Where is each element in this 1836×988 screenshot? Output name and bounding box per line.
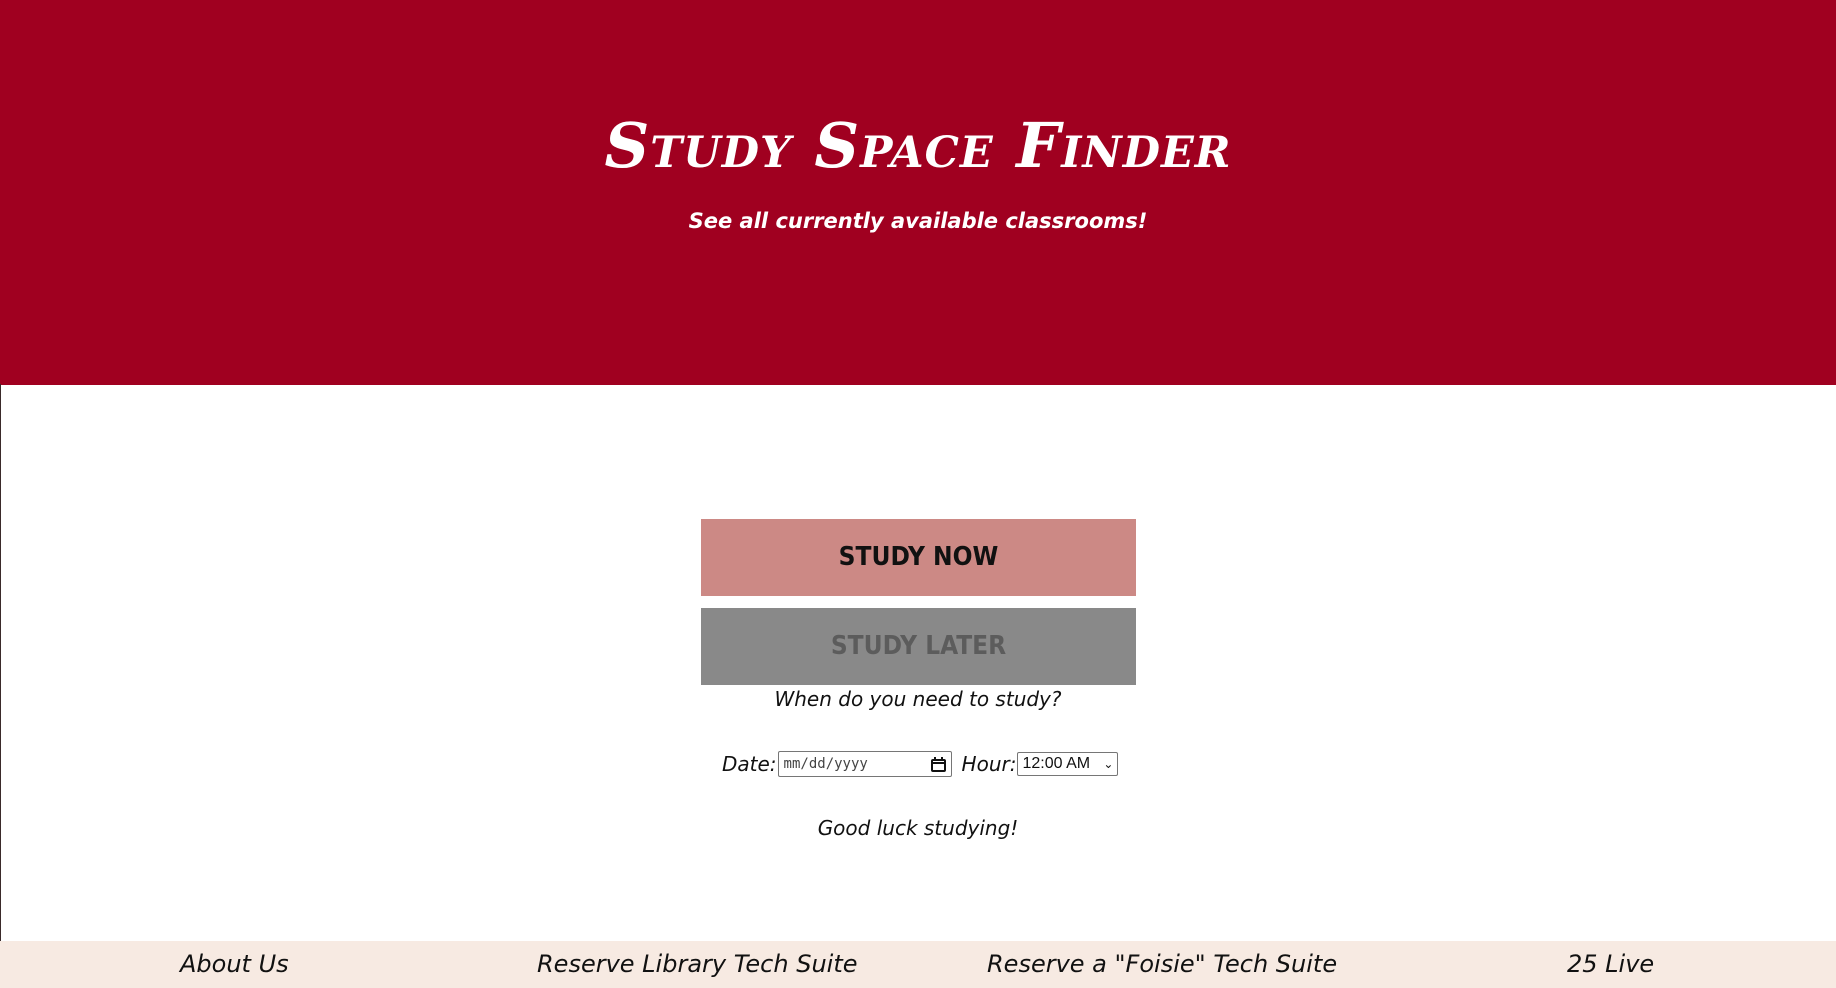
good-luck-message: Good luck studying! xyxy=(817,816,1019,840)
date-label: Date: xyxy=(722,752,777,776)
study-now-button[interactable]: STUDY NOW xyxy=(701,519,1136,596)
page: Study Space Finder See all currently ava… xyxy=(0,0,1836,988)
hour-label: Hour: xyxy=(961,752,1017,776)
study-later-button[interactable]: STUDY LATER xyxy=(701,608,1136,685)
calendar-icon[interactable] xyxy=(930,756,946,772)
page-subtitle: See all currently available classrooms! xyxy=(688,209,1148,233)
footer-nav: About Us Reserve Library Tech Suite Rese… xyxy=(0,941,1836,988)
chevron-down-icon: ⌄ xyxy=(1103,757,1114,771)
left-border-line xyxy=(0,384,1,942)
footer-link-about-us[interactable]: About Us xyxy=(180,941,289,988)
date-placeholder: mm/dd/yyyy xyxy=(783,756,868,772)
date-input[interactable]: mm/dd/yyyy xyxy=(777,751,952,777)
date-hour-form: Date: mm/dd/yyyy Hour: 12:00 AM ⌄ xyxy=(722,748,1119,780)
hero-banner: Study Space Finder See all currently ava… xyxy=(0,0,1836,385)
hour-selected-value: 12:00 AM xyxy=(1022,755,1091,772)
hour-select[interactable]: 12:00 AM ⌄ xyxy=(1017,752,1119,776)
footer-link-reserve-library-tech-suite[interactable]: Reserve Library Tech Suite xyxy=(537,941,858,988)
footer-link-25-live[interactable]: 25 Live xyxy=(1567,941,1654,988)
study-time-question: When do you need to study? xyxy=(774,687,1062,711)
page-title: Study Space Finder xyxy=(604,109,1232,182)
footer-link-reserve-foisie-tech-suite[interactable]: Reserve a "Foisie" Tech Suite xyxy=(987,941,1337,988)
